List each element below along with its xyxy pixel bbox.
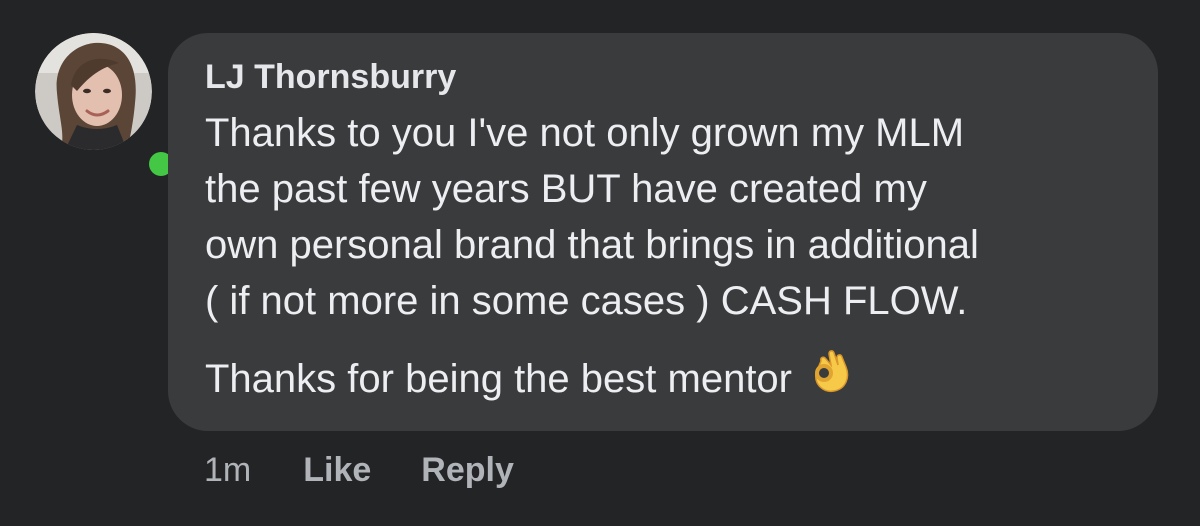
comment-line: Thanks to you I've not only grown my MLM [205, 111, 965, 155]
comment-thread: LJ Thornsburry Thanks to you I've not on… [0, 0, 1200, 526]
comment-bubble: LJ Thornsburry Thanks to you I've not on… [168, 33, 1158, 431]
ok-hand-icon [806, 345, 854, 410]
comment-actions: 1m Like Reply [204, 448, 514, 492]
avatar-container[interactable] [35, 33, 179, 182]
comment-closing-line: Thanks for being the best mentor [205, 349, 1135, 414]
comment-body: Thanks to you I've not only grown my MLM… [205, 105, 1135, 414]
comment-line: ( if not more in some cases ) CASH FLOW. [205, 279, 968, 323]
like-button[interactable]: Like [303, 448, 371, 492]
reply-button[interactable]: Reply [421, 448, 514, 492]
comment-author[interactable]: LJ Thornsburry [205, 55, 1128, 99]
comment-closing-text: Thanks for being the best mentor [205, 357, 792, 402]
avatar[interactable] [35, 33, 152, 150]
comment-timestamp[interactable]: 1m [204, 448, 251, 492]
comment-line: own personal brand that brings in additi… [205, 223, 979, 267]
comment-line: the past few years BUT have created my [205, 167, 927, 211]
